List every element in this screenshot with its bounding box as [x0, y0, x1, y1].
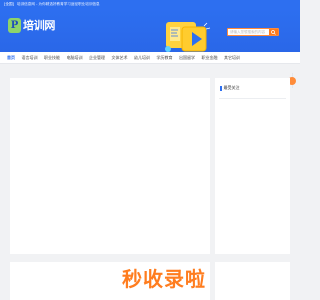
- sidebar-divider: [219, 98, 286, 99]
- city-selector[interactable]: [全国]: [4, 2, 14, 7]
- sidebar-title: 最受关注: [215, 78, 290, 91]
- logo-text: 培训网: [23, 19, 56, 32]
- nav-item-arts[interactable]: 文体艺术: [112, 55, 128, 61]
- nav-item-other[interactable]: 其它培训: [224, 55, 240, 61]
- sidebar-title-text: 最受关注: [223, 85, 240, 90]
- logo-badge: P: [8, 17, 21, 33]
- search-button[interactable]: [269, 29, 278, 35]
- top-notice-bar: [全国] 培训信息网 - 为你精选好教育学习途径职业培训信息: [0, 0, 300, 8]
- search-input[interactable]: [228, 29, 269, 35]
- nav-item-kids[interactable]: 幼儿培训: [134, 55, 150, 61]
- sidebar-panel-2: [215, 262, 290, 300]
- nav-item-degree[interactable]: 学历教育: [157, 55, 173, 61]
- sidebar-panel: 最受关注: [215, 78, 290, 254]
- nav-item-vocational[interactable]: 职业技能: [44, 55, 60, 61]
- site-header: P 培训网: [0, 8, 300, 52]
- top-notice-text: 培训信息网 - 为你精选好教育学习途径职业培训信息: [17, 1, 100, 6]
- nav-item-computer[interactable]: 电脑培训: [67, 55, 83, 61]
- nav-item-home[interactable]: 首页: [7, 55, 15, 61]
- sidebar-title-marker: [220, 85, 222, 91]
- nav-item-finance[interactable]: 职业金融: [202, 55, 218, 61]
- search-box: [227, 28, 279, 36]
- main-content-panel: [10, 78, 210, 254]
- nav-item-language[interactable]: 语言培训: [22, 55, 38, 61]
- banner-illustration: [165, 22, 211, 52]
- main-nav: 首页 语言培训 职业技能 电脑培训 企业管理 文体艺术 幼儿培训 学历教育 出国…: [0, 52, 300, 64]
- site-logo[interactable]: P 培训网: [8, 17, 55, 33]
- nav-item-management[interactable]: 企业管理: [89, 55, 105, 61]
- watermark-text: 秒收录啦: [122, 267, 206, 291]
- nav-item-study-abroad[interactable]: 出国留学: [179, 55, 195, 61]
- search-icon: [271, 29, 276, 35]
